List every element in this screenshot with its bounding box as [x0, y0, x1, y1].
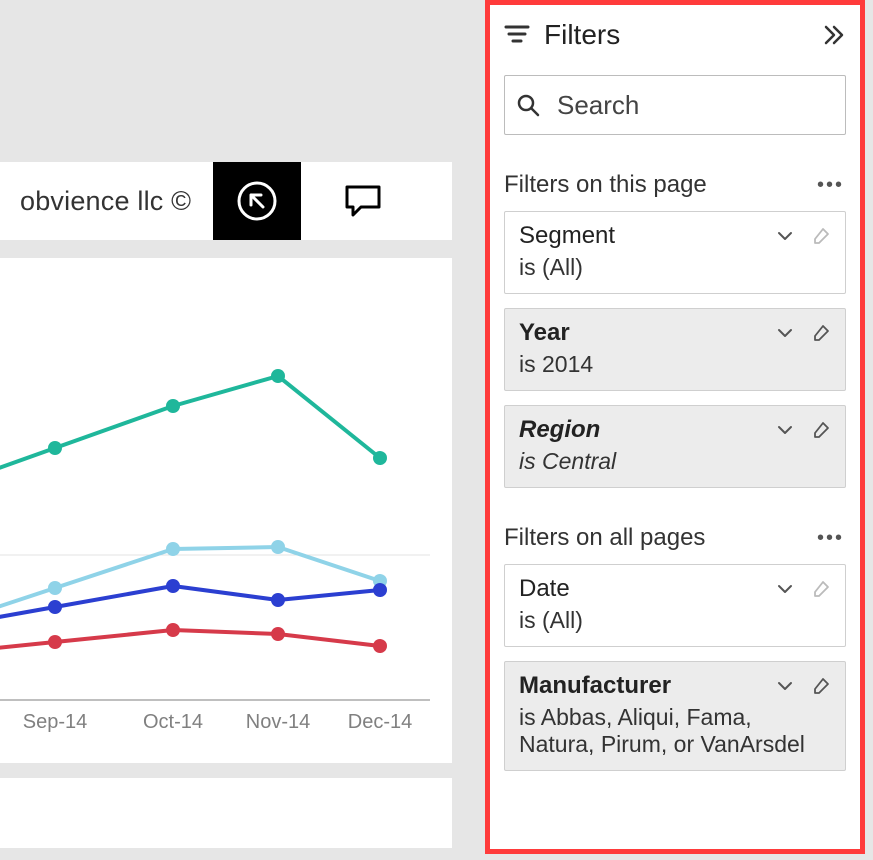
filter-card-year[interactable]: Year is 2014	[504, 308, 846, 391]
report-canvas: obvience llc © Sep-14 Oct-14 Nov-14 Dec-14	[0, 0, 478, 860]
filter-card-status: is Central	[519, 448, 831, 475]
filters-pane-highlight: Filters Filters on this page •	[485, 0, 865, 854]
chevron-down-icon[interactable]	[775, 420, 795, 440]
eraser-icon[interactable]	[811, 579, 831, 599]
filters-all-more-button[interactable]: •••	[815, 527, 846, 550]
search-icon	[515, 92, 541, 118]
visual-header-bar: obvience llc ©	[0, 162, 452, 240]
back-button[interactable]	[213, 162, 301, 240]
svg-text:Sep-14: Sep-14	[23, 711, 88, 733]
filters-page-section: Filters on this page ••• Segment is (All…	[490, 171, 860, 488]
filters-search-input[interactable]	[555, 89, 873, 122]
collapse-pane-icon[interactable]	[822, 23, 846, 47]
filter-card-title: Date	[519, 575, 570, 603]
filters-pane-header: Filters	[490, 5, 860, 65]
filter-card-status: is Abbas, Aliqui, Fama, Natura, Pirum, o…	[519, 704, 831, 758]
brand-text: obvience llc ©	[0, 186, 191, 217]
chevron-down-icon[interactable]	[775, 579, 795, 599]
filter-card-status: is (All)	[519, 607, 831, 634]
report-top-band	[0, 0, 478, 162]
filters-search[interactable]	[504, 75, 846, 135]
chevron-down-icon[interactable]	[775, 226, 795, 246]
filter-card-date[interactable]: Date is (All)	[504, 564, 846, 647]
filters-pane-title: Filters	[544, 19, 620, 51]
filter-card-title: Year	[519, 319, 570, 347]
svg-text:Dec-14: Dec-14	[348, 711, 412, 733]
svg-text:Nov-14: Nov-14	[246, 711, 310, 733]
filter-card-segment[interactable]: Segment is (All)	[504, 211, 846, 294]
chevron-down-icon[interactable]	[775, 323, 795, 343]
filter-icon	[504, 22, 530, 48]
filter-card-status: is (All)	[519, 254, 831, 281]
filter-card-status: is 2014	[519, 351, 831, 378]
filters-all-section: Filters on all pages ••• Date is (All)	[490, 524, 860, 771]
line-chart-visual[interactable]: Sep-14 Oct-14 Nov-14 Dec-14	[0, 258, 452, 763]
svg-text:Oct-14: Oct-14	[143, 711, 203, 733]
filters-page-section-header: Filters on this page •••	[504, 171, 846, 199]
comment-icon	[341, 179, 385, 223]
line-chart-svg: Sep-14 Oct-14 Nov-14 Dec-14	[0, 258, 452, 763]
filter-card-title: Manufacturer	[519, 672, 671, 700]
filter-card-title: Segment	[519, 222, 615, 250]
eraser-icon[interactable]	[811, 226, 831, 246]
chevron-down-icon[interactable]	[775, 676, 795, 696]
eraser-icon[interactable]	[811, 420, 831, 440]
eraser-icon[interactable]	[811, 676, 831, 696]
filter-card-region[interactable]: Region is Central	[504, 405, 846, 488]
filters-pane: Filters Filters on this page •	[490, 5, 860, 849]
filter-card-title: Region	[519, 416, 600, 444]
filters-all-section-header: Filters on all pages •••	[504, 524, 846, 552]
filters-all-section-title: Filters on all pages	[504, 524, 705, 552]
filter-card-manufacturer[interactable]: Manufacturer is Abbas, Aliqui, Fama, Nat…	[504, 661, 846, 771]
filters-page-more-button[interactable]: •••	[815, 174, 846, 197]
arrow-nw-circle-icon	[233, 177, 281, 225]
filters-page-section-title: Filters on this page	[504, 171, 707, 199]
comment-button[interactable]	[319, 162, 407, 240]
report-lower-band	[0, 778, 452, 848]
eraser-icon[interactable]	[811, 323, 831, 343]
